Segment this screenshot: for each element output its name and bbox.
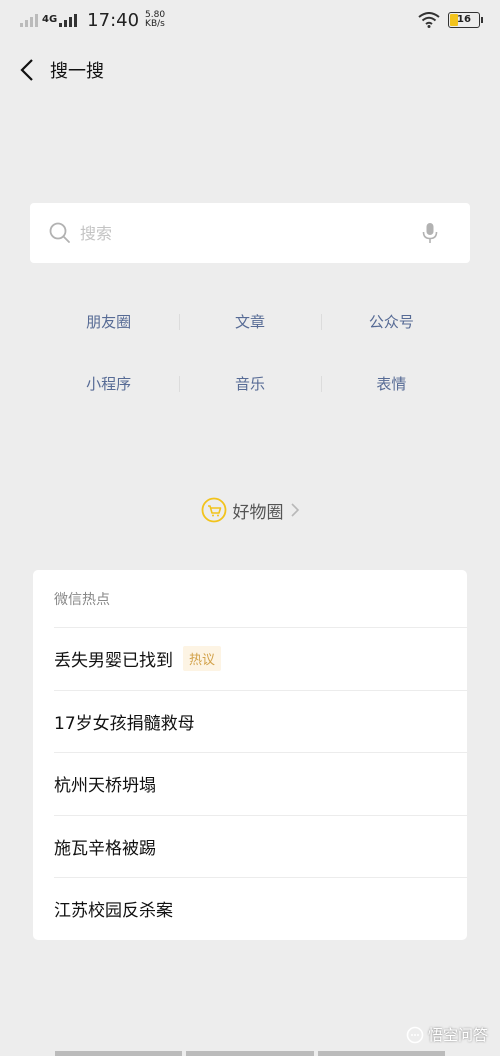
good-things-link[interactable]: 好物圈 bbox=[0, 492, 500, 528]
category-row: 小程序 音乐 表情 bbox=[38, 352, 462, 414]
status-bar: 4G 17:40 5.80 KB/s 16 bbox=[0, 0, 500, 40]
signal-2-icon bbox=[59, 13, 78, 27]
category-official-accounts[interactable]: 公众号 bbox=[320, 311, 462, 332]
search-icon bbox=[49, 222, 70, 243]
battery-icon: 16 bbox=[448, 12, 483, 28]
category-stickers[interactable]: 表情 bbox=[320, 373, 462, 394]
wifi-icon bbox=[418, 12, 440, 28]
watermark: 悟空问答 bbox=[406, 1024, 488, 1045]
header: 搜一搜 bbox=[0, 40, 500, 100]
search-box[interactable] bbox=[30, 203, 470, 263]
good-things-label: 好物圈 bbox=[232, 502, 284, 523]
chat-bubble-icon bbox=[406, 1026, 424, 1043]
signal-1-icon bbox=[20, 13, 38, 27]
chevron-left-icon[interactable] bbox=[14, 57, 40, 83]
hot-topic-item[interactable]: 施瓦辛格被踢 bbox=[54, 814, 467, 878]
microphone-icon[interactable] bbox=[418, 221, 442, 245]
hot-topic-item[interactable]: 江苏校园反杀案 bbox=[54, 877, 467, 940]
network-type: 4G bbox=[42, 14, 58, 25]
page-title: 搜一搜 bbox=[50, 61, 104, 82]
clock: 17:40 bbox=[87, 9, 140, 31]
hot-topics-title: 微信热点 bbox=[54, 591, 110, 608]
search-categories: 朋友圈 文章 公众号 小程序 音乐 表情 bbox=[38, 290, 462, 414]
network-speed: 5.80 KB/s bbox=[145, 10, 166, 29]
battery-level: 16 bbox=[457, 14, 471, 25]
category-row: 朋友圈 文章 公众号 bbox=[38, 290, 462, 352]
watermark-text: 悟空问答 bbox=[427, 1026, 488, 1044]
category-mini-programs[interactable]: 小程序 bbox=[38, 373, 179, 394]
wechat-hot-topics: 微信热点 丢失男婴已找到 热议 17岁女孩捐髓救母 杭州天桥坍塌 施瓦辛格被踢 … bbox=[33, 570, 467, 940]
chevron-right-icon bbox=[290, 503, 299, 517]
bottom-bar bbox=[55, 1051, 445, 1056]
hot-tag-badge: 热议 bbox=[183, 646, 222, 672]
category-moments[interactable]: 朋友圈 bbox=[38, 311, 179, 332]
category-articles[interactable]: 文章 bbox=[179, 311, 320, 332]
category-music[interactable]: 音乐 bbox=[179, 373, 320, 394]
hot-topic-item[interactable]: 丢失男婴已找到 热议 bbox=[54, 627, 467, 690]
search-input[interactable] bbox=[80, 223, 418, 243]
hot-topic-item[interactable]: 杭州天桥坍塌 bbox=[54, 752, 467, 815]
shopping-cart-icon bbox=[201, 497, 226, 523]
hot-topic-item[interactable]: 17岁女孩捐髓救母 bbox=[54, 689, 467, 753]
